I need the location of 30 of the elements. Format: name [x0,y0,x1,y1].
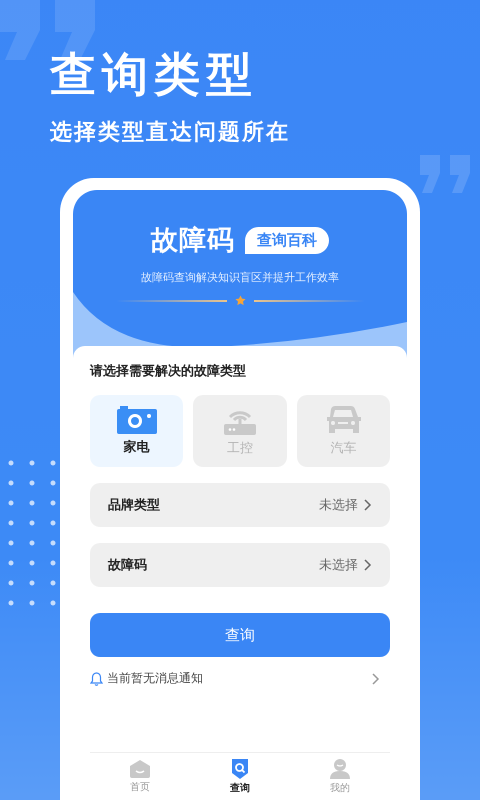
nav-tab[interactable]: 我的 [290,753,390,800]
chevron-icon [372,672,380,684]
person-icon [330,758,350,778]
nav-tab[interactable]: 查询 [190,753,290,800]
category-tile[interactable]: 汽车 [296,395,390,467]
query-button[interactable]: 查询 [90,613,390,657]
nav-tab[interactable]: 首页 [90,753,190,800]
notice-text: 当前暂无消息通知 [107,670,204,687]
banner-badge: 查询百科 [245,226,329,254]
chevron-icon [364,499,372,511]
bell-icon [90,672,103,686]
star-icon [234,295,246,306]
select-row[interactable]: 故障码 未选择 [90,543,390,587]
headline: 查询类型 [50,46,259,103]
row-label: 故障码 [108,556,147,574]
prompt-text: 请选择需要解决的故障类型 [90,362,247,380]
select-row[interactable]: 品牌类型 未选择 [90,483,390,527]
home-icon [130,760,150,778]
category-tile[interactable]: 家电 [90,395,184,467]
banner-title: 故障码 [151,224,235,258]
category-tile[interactable]: 工控 [193,395,287,467]
row-value: 未选择 [319,557,358,574]
banner-tagline: 故障码查询解决知识盲区并提升工作效率 [141,270,339,285]
quote-mark-icon [420,155,472,193]
row-value: 未选择 [319,497,358,514]
camera-icon [116,406,157,434]
row-label: 品牌类型 [108,497,160,514]
subtitle: 选择类型直达问题所在 [50,119,291,147]
search-icon [230,758,250,778]
chevron-icon [364,559,372,571]
